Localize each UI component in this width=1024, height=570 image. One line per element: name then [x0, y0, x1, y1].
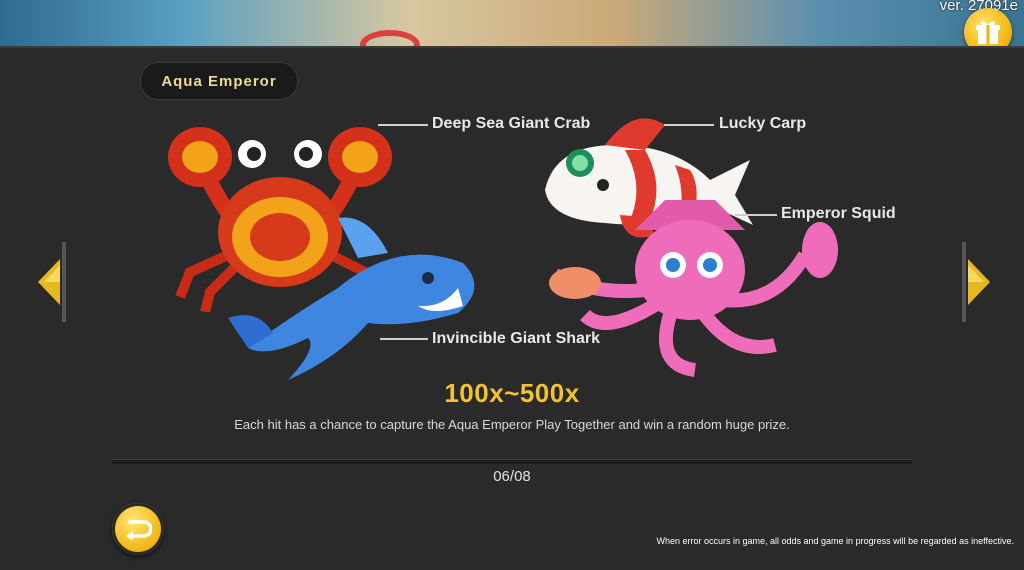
feature-description: Each hit has a chance to capture the Aqu… [234, 417, 790, 432]
carp-label: Lucky Carp [719, 115, 807, 132]
crab-leader-line [378, 124, 428, 126]
carp-leader-line [664, 124, 714, 126]
gift-icon [976, 21, 1000, 44]
squid-label: Emperor Squid [781, 205, 896, 222]
payout-multiplier: 100x~500x [444, 378, 580, 408]
shark-label: Invincible Giant Shark [432, 330, 601, 347]
squid-leader-line [735, 214, 777, 216]
back-button[interactable] [112, 503, 164, 555]
return-arrow-icon [126, 520, 152, 540]
previous-page-button[interactable] [36, 242, 66, 322]
shark-leader-line [380, 338, 428, 340]
page-divider [112, 459, 912, 464]
game-scene-background [0, 0, 1024, 48]
disclaimer-text: When error occurs in game, all odds and … [656, 536, 1014, 546]
squid-illustration [549, 200, 838, 377]
triangle-left-icon [38, 259, 60, 305]
page-indicator: 06/08 [493, 468, 531, 485]
next-page-button[interactable] [962, 242, 992, 322]
panel-title: Aqua Emperor [140, 62, 298, 100]
shark-illustration [228, 217, 475, 380]
triangle-right-icon [968, 259, 990, 305]
crab-label: Deep Sea Giant Crab [432, 115, 591, 132]
